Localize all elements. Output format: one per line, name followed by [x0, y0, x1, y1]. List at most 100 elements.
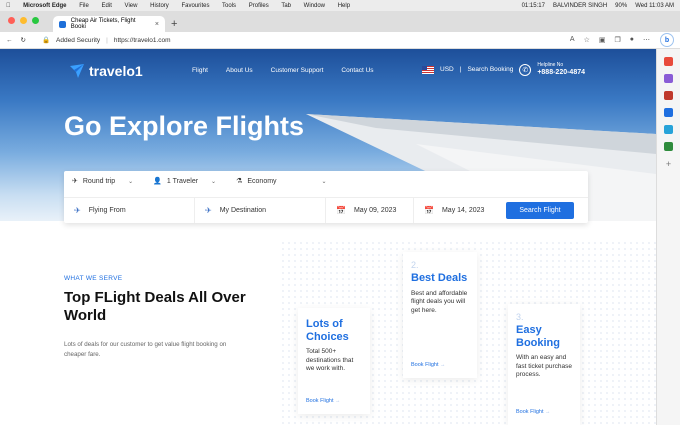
main-nav: Flight About Us Customer Support Contact…	[192, 67, 374, 74]
collections-icon[interactable]: ❐	[614, 36, 620, 44]
nav-customer-support[interactable]: Customer Support	[271, 67, 324, 74]
close-window-button[interactable]	[8, 17, 15, 24]
tools-icon[interactable]	[664, 125, 673, 134]
cabin-class-select[interactable]: ⚗ Economy ⌄	[236, 177, 327, 186]
card-title: Easy Booking	[516, 324, 560, 349]
browser-toolbar: A ☆ ▣ ❐ ● ⋯	[570, 36, 674, 44]
outlook-icon[interactable]	[664, 108, 673, 117]
url-text[interactable]: https://travelo1.com	[114, 37, 171, 44]
site-favicon-icon	[59, 20, 66, 28]
helpline[interactable]: Helpline No +888-220-4874	[537, 62, 585, 77]
chevron-down-icon: ⌄	[211, 178, 217, 185]
section-title: Top FLight Deals All Over World	[64, 289, 246, 324]
search-options: ✈ Round trip ⌄ 👤 1 Traveler ⌄ ⚗ Economy …	[72, 177, 327, 186]
book-flight-link[interactable]: Book Flight	[306, 398, 341, 404]
menu-favourites[interactable]: Favourites	[181, 3, 209, 9]
card-title: Best Deals	[411, 272, 468, 284]
card-title: Lots of Choices	[306, 318, 349, 343]
tab-title: Cheap Air Tickets, Flight Booki	[70, 18, 136, 30]
profile-avatar[interactable]: ●	[630, 36, 634, 44]
hero-title: Go Explore Flights	[64, 111, 305, 141]
battery-text: 90%	[615, 2, 628, 9]
extension-icon[interactable]: ▣	[599, 36, 606, 44]
nav-about-us[interactable]: About Us	[226, 67, 253, 74]
return-date-field[interactable]: 📅 May 14, 2023	[414, 198, 502, 223]
browser-tab[interactable]: Cheap Air Tickets, Flight Booki ×	[53, 16, 165, 32]
menu-tab[interactable]: Tab	[281, 3, 291, 9]
book-flight-link[interactable]: Book Flight	[411, 362, 446, 368]
search-fields: ✈ Flying From ✈ My Destination 📅 May 09,…	[64, 197, 588, 223]
new-tab-button[interactable]: +	[165, 18, 183, 32]
status-area: 01:15:17 BALVINDER SINGH 90% Wed 11:03 A…	[522, 3, 674, 9]
office-icon[interactable]	[664, 91, 673, 100]
menu-help[interactable]: Help	[338, 3, 350, 9]
site-logo[interactable]: travelo1	[68, 62, 143, 80]
menu-view[interactable]: View	[125, 3, 138, 9]
tree-icon[interactable]	[664, 142, 673, 151]
security-label: Added Security	[56, 36, 101, 44]
card-text: Best and affordable flight deals you wil…	[411, 289, 468, 314]
plane-icon: ✈	[72, 178, 78, 185]
helpline-number[interactable]: +888-220-4874	[537, 69, 585, 77]
menu-app[interactable]: Microsoft Edge	[23, 3, 66, 9]
menu-tools[interactable]: Tools	[222, 3, 236, 9]
landing-icon: ✈	[205, 206, 212, 215]
card-number: 2.	[411, 260, 419, 270]
header-right: USD | Search Booking ✆ Helpline No +888-…	[422, 62, 585, 77]
bing-copilot-icon[interactable]: b	[660, 33, 674, 47]
book-flight-link[interactable]: Book Flight	[516, 409, 551, 415]
url-field[interactable]: 🔒 Added Security | https://travelo1.com	[41, 36, 171, 45]
departure-date-field[interactable]: 📅 May 09, 2023	[326, 198, 414, 223]
plane-logo-icon	[70, 64, 84, 78]
more-icon[interactable]: ⋯	[643, 36, 650, 44]
flight-search-form: ✈ Round trip ⌄ 👤 1 Traveler ⌄ ⚗ Economy …	[64, 171, 588, 223]
timer-text: 01:15:17	[521, 2, 545, 9]
menu-file[interactable]: File	[79, 3, 89, 9]
destination-field[interactable]: ✈ My Destination	[195, 198, 326, 223]
menu-profiles[interactable]: Profiles	[249, 3, 269, 9]
chevron-down-icon: ⌄	[128, 178, 134, 185]
back-icon[interactable]: ←	[6, 37, 13, 44]
trip-type-select[interactable]: ✈ Round trip ⌄	[72, 177, 134, 186]
lock-icon: 🔒	[41, 37, 51, 44]
feature-card-choices: Lots of Choices Total 500+ destinations …	[298, 308, 370, 414]
reload-icon[interactable]: ↻	[21, 36, 26, 44]
favorite-star-icon[interactable]: ☆	[584, 36, 590, 44]
logo-text: travelo1	[89, 63, 143, 79]
search-flight-button[interactable]: Search Flight	[506, 202, 574, 219]
card-number: 3.	[516, 312, 524, 322]
menu-history[interactable]: History	[150, 3, 169, 9]
nav-flight[interactable]: Flight	[192, 67, 208, 74]
section-eyebrow: WHAT WE SERVE	[64, 275, 123, 282]
add-icon[interactable]: +	[666, 159, 671, 169]
calendar-icon: 📅	[424, 206, 434, 215]
menu-window[interactable]: Window	[304, 3, 325, 9]
feature-card-deals: 2. Best Deals Best and affordable flight…	[403, 252, 477, 378]
apple-icon[interactable]: 	[6, 3, 11, 9]
card-text: With an easy and fast ticket purchase pr…	[516, 354, 572, 379]
clock: Wed 11:03 AM	[635, 2, 674, 9]
us-flag-icon[interactable]	[422, 65, 434, 74]
edge-sidebar: +	[656, 49, 680, 425]
close-icon[interactable]: ×	[155, 21, 159, 28]
seat-icon: ⚗	[236, 178, 243, 185]
calendar-icon: 📅	[336, 206, 346, 215]
takeoff-icon: ✈	[74, 206, 81, 215]
search-booking-link[interactable]: Search Booking	[467, 66, 513, 73]
feature-card-booking: 3. Easy Booking With an easy and fast ti…	[508, 304, 580, 425]
read-aloud-icon[interactable]: A	[570, 36, 575, 44]
traveler-select[interactable]: 👤 1 Traveler ⌄	[153, 177, 217, 186]
flying-from-field[interactable]: ✈ Flying From	[64, 198, 195, 223]
menu-edit[interactable]: Edit	[102, 3, 112, 9]
games-icon[interactable]	[664, 74, 673, 83]
card-text: Total 500+ destinations that we work wit…	[306, 348, 354, 373]
maximize-window-button[interactable]	[32, 17, 39, 24]
currency-select[interactable]: USD	[440, 66, 454, 73]
nav-contact-us[interactable]: Contact Us	[341, 67, 373, 74]
shopping-tag-icon[interactable]	[664, 57, 673, 66]
browser-tab-bar: Cheap Air Tickets, Flight Booki × +	[0, 11, 680, 32]
minimize-window-button[interactable]	[20, 17, 27, 24]
person-icon: 👤	[153, 178, 162, 185]
user-name[interactable]: BALVINDER SINGH	[553, 3, 607, 9]
section-description: Lots of deals for our customer to get va…	[64, 341, 227, 358]
